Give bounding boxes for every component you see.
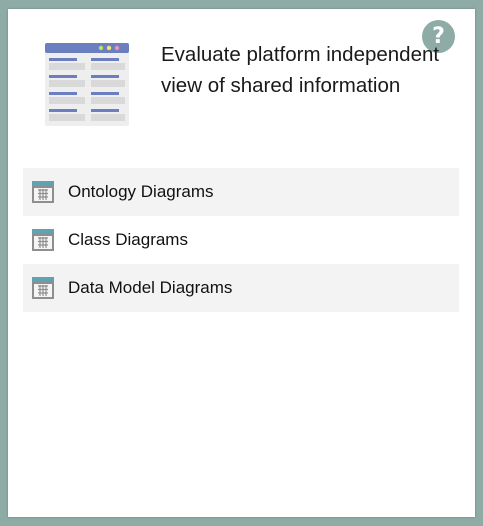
diagram-grid-icon — [32, 229, 54, 251]
diagram-grid-icon — [32, 277, 54, 299]
card: ? Evaluate platform independent view of … — [8, 9, 475, 517]
diagram-grid-icon — [32, 181, 54, 203]
page-title: Evaluate platform independent view of sh… — [161, 43, 440, 97]
list-item-label: Ontology Diagrams — [68, 182, 214, 201]
list-item-data-model-diagrams[interactable]: Data Model Diagrams — [23, 264, 459, 312]
list-item-label: Class Diagrams — [68, 230, 188, 249]
list-item-class-diagrams[interactable]: Class Diagrams — [23, 216, 459, 264]
list-item-ontology-diagrams[interactable]: Ontology Diagrams — [23, 168, 459, 216]
list-item-label: Data Model Diagrams — [68, 278, 233, 297]
table-document-icon — [45, 43, 129, 126]
diagram-list: Ontology Diagrams Class Diagrams Data Mo… — [23, 168, 459, 312]
